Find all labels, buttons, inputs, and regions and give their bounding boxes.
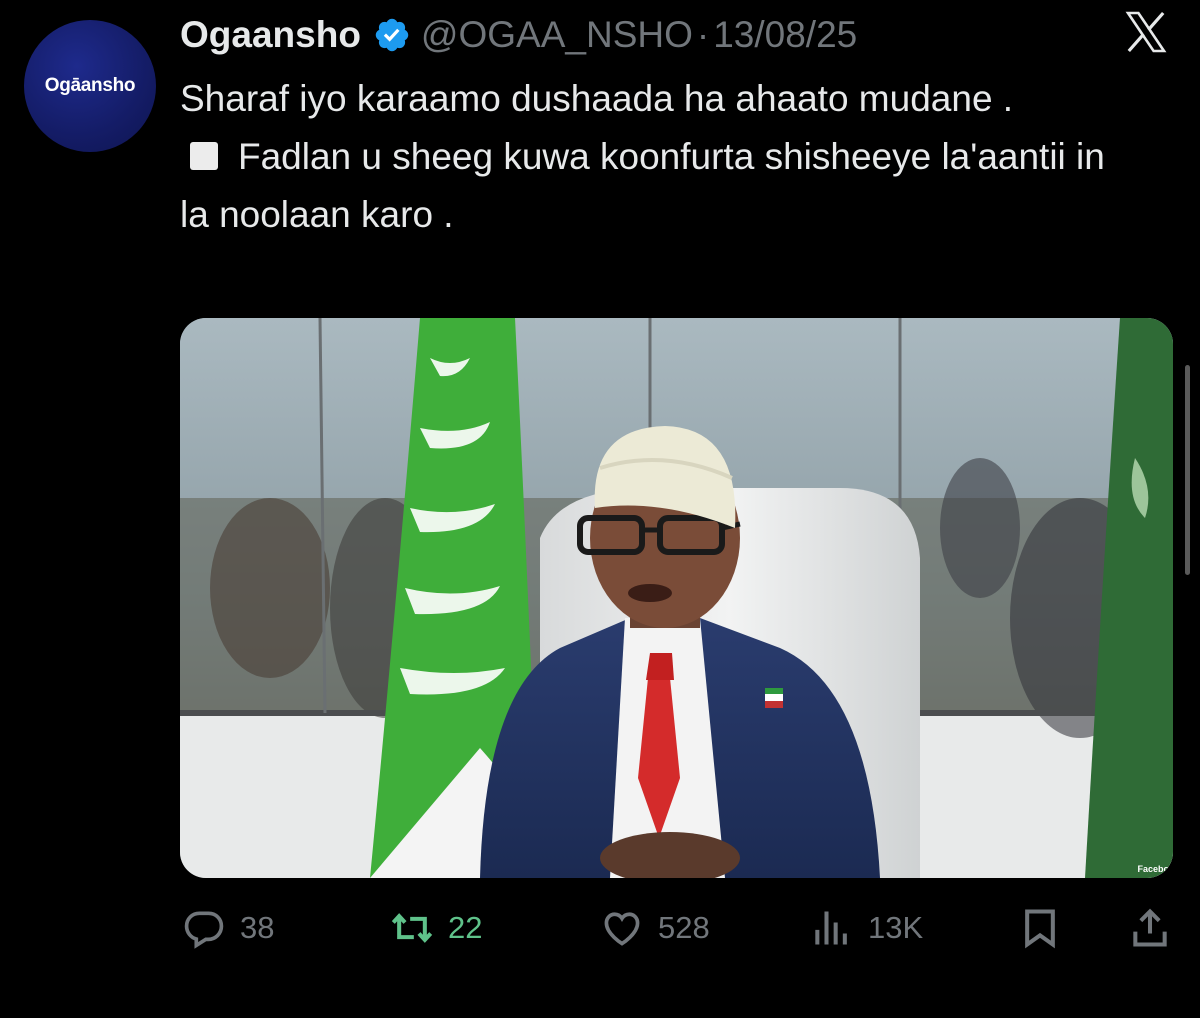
share-button[interactable] (1128, 898, 1186, 958)
photo-credit: Facebo (1137, 864, 1169, 874)
author-avatar[interactable]: Ogāansho (24, 20, 156, 152)
scrollbar[interactable] (1185, 365, 1190, 575)
like-icon (604, 912, 640, 946)
reply-icon (184, 911, 224, 949)
reply-count: 38 (240, 910, 275, 945)
tweet-date[interactable]: 13/08/25 (713, 14, 857, 56)
avatar-logo-text: Ogāansho (44, 75, 136, 96)
photo-illustration (180, 318, 1173, 878)
like-count: 528 (658, 910, 710, 945)
author-handle[interactable]: @OGAA_NSHO (421, 14, 693, 56)
tweet-text-line-1: Sharaf iyo karaamo dushaada ha ahaato mu… (180, 78, 1014, 119)
views-count: 13K (868, 910, 924, 945)
tweet-text: Sharaf iyo karaamo dushaada ha ahaato mu… (180, 70, 1140, 244)
repost-count: 22 (448, 910, 483, 945)
tweet-header: Ogaansho @OGAA_NSHO · 13/08/25 (180, 10, 857, 60)
bookmark-button[interactable] (1018, 898, 1076, 958)
repost-icon (391, 913, 433, 943)
views-button[interactable]: 13K (810, 898, 923, 958)
tweet-photo[interactable]: Facebo (180, 318, 1173, 878)
x-logo-icon (1125, 11, 1167, 53)
share-icon (1133, 908, 1167, 947)
like-button[interactable]: 528 (600, 898, 710, 958)
tweet-text-line-2: Fadlan u sheeg kuwa koonfurta shisheeye … (180, 136, 1105, 235)
views-icon (815, 911, 847, 945)
stop-square-emoji-icon (190, 142, 218, 170)
bookmark-icon (1025, 909, 1055, 949)
repost-button[interactable]: 22 (390, 898, 482, 958)
author-name[interactable]: Ogaansho (180, 14, 361, 56)
verified-badge-icon (375, 18, 409, 52)
tweet-actions: 38 22 528 13K (180, 898, 1173, 958)
header-separator: · (696, 14, 710, 55)
reply-button[interactable]: 38 (182, 898, 274, 958)
